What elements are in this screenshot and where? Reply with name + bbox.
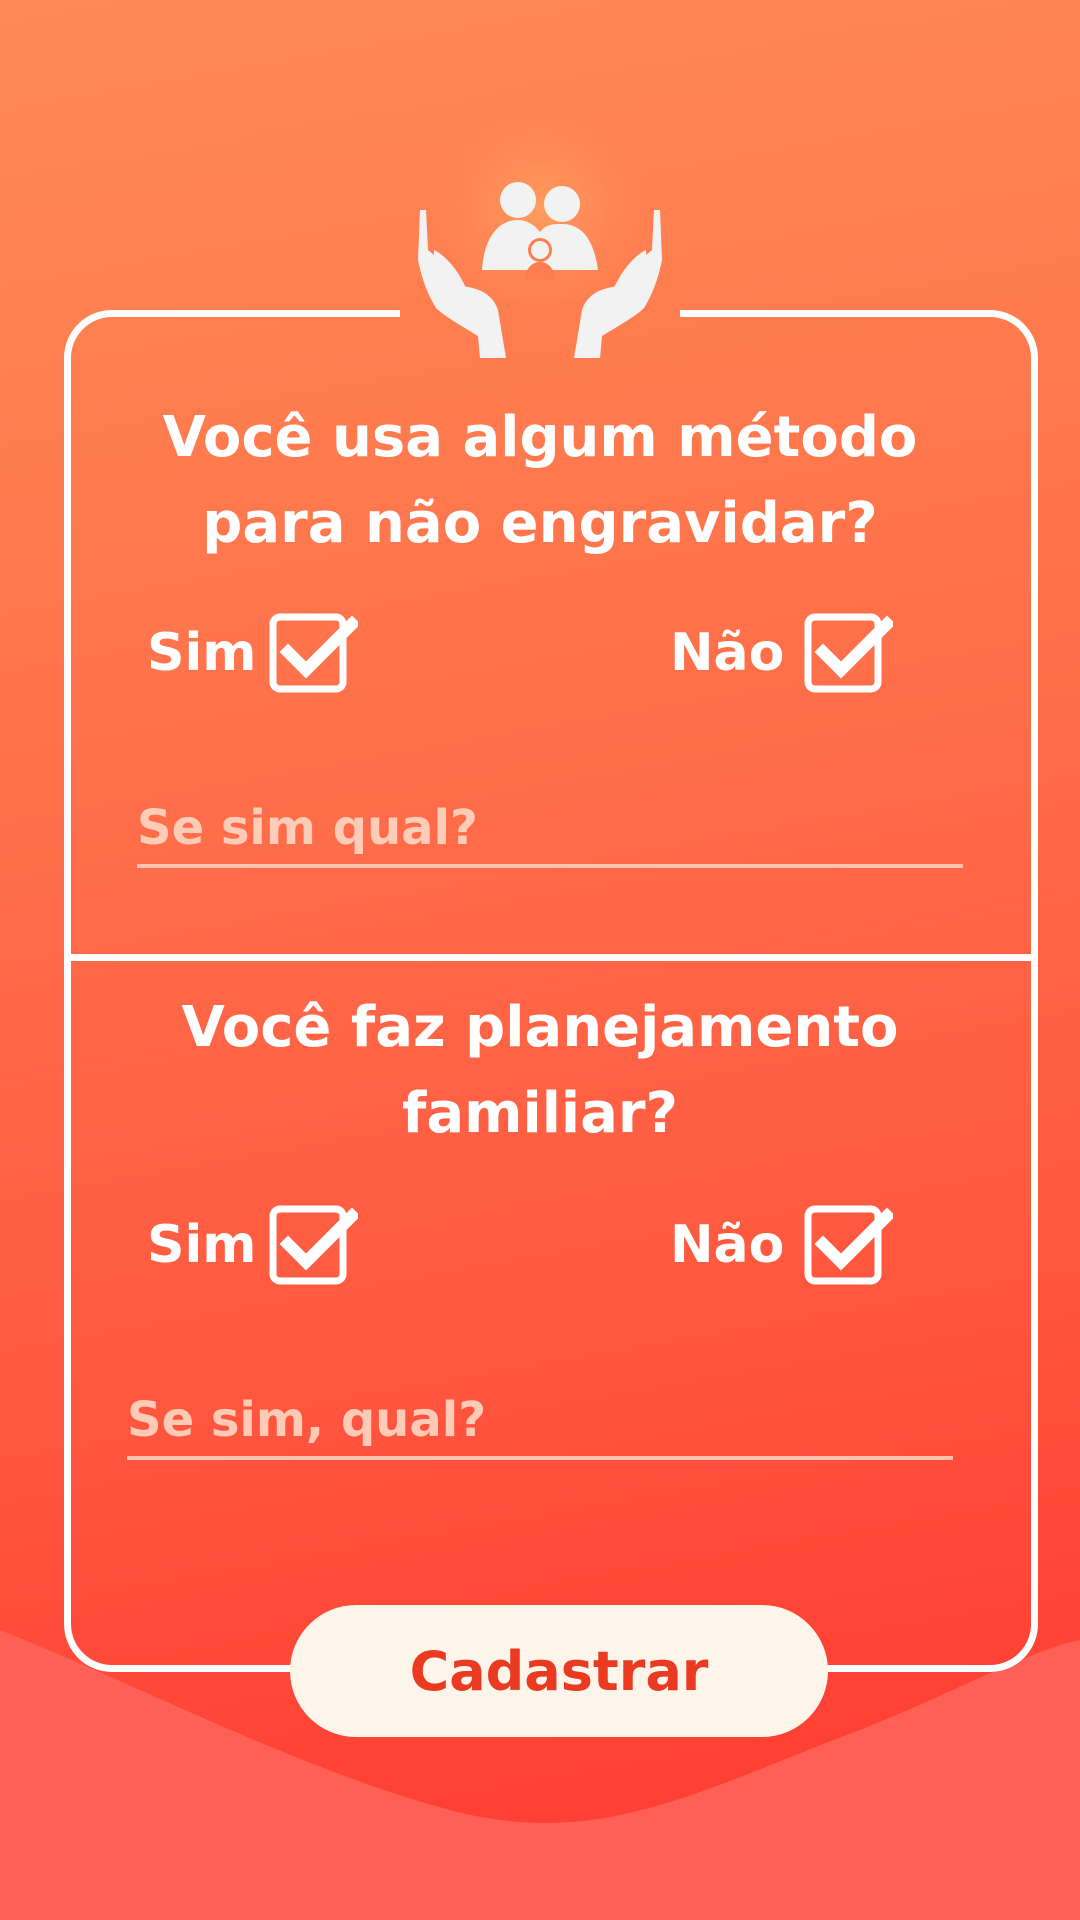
family-in-hands-icon bbox=[400, 120, 680, 358]
section-divider bbox=[71, 954, 1031, 961]
q1-option-yes-label: Sim bbox=[147, 623, 257, 683]
checkbox-checked-icon[interactable] bbox=[803, 1204, 893, 1286]
q2-detail-underline bbox=[127, 1456, 953, 1460]
checkbox-checked-icon[interactable] bbox=[268, 1204, 358, 1286]
register-button[interactable]: Cadastrar bbox=[290, 1605, 828, 1737]
q2-detail-input[interactable] bbox=[127, 1380, 953, 1460]
question-contraception: Você usa algum método para não engravida… bbox=[162, 405, 918, 556]
checkbox-checked-icon[interactable] bbox=[268, 612, 358, 694]
q1-detail-input[interactable] bbox=[137, 788, 963, 868]
q1-option-no-label: Não bbox=[670, 623, 785, 683]
checkbox-checked-icon[interactable] bbox=[803, 612, 893, 694]
q2-option-yes-label: Sim bbox=[147, 1215, 257, 1275]
q1-detail-underline bbox=[137, 864, 963, 868]
question-family-planning: Você faz planejamento familiar? bbox=[181, 995, 899, 1146]
q2-option-no-label: Não bbox=[670, 1215, 785, 1275]
